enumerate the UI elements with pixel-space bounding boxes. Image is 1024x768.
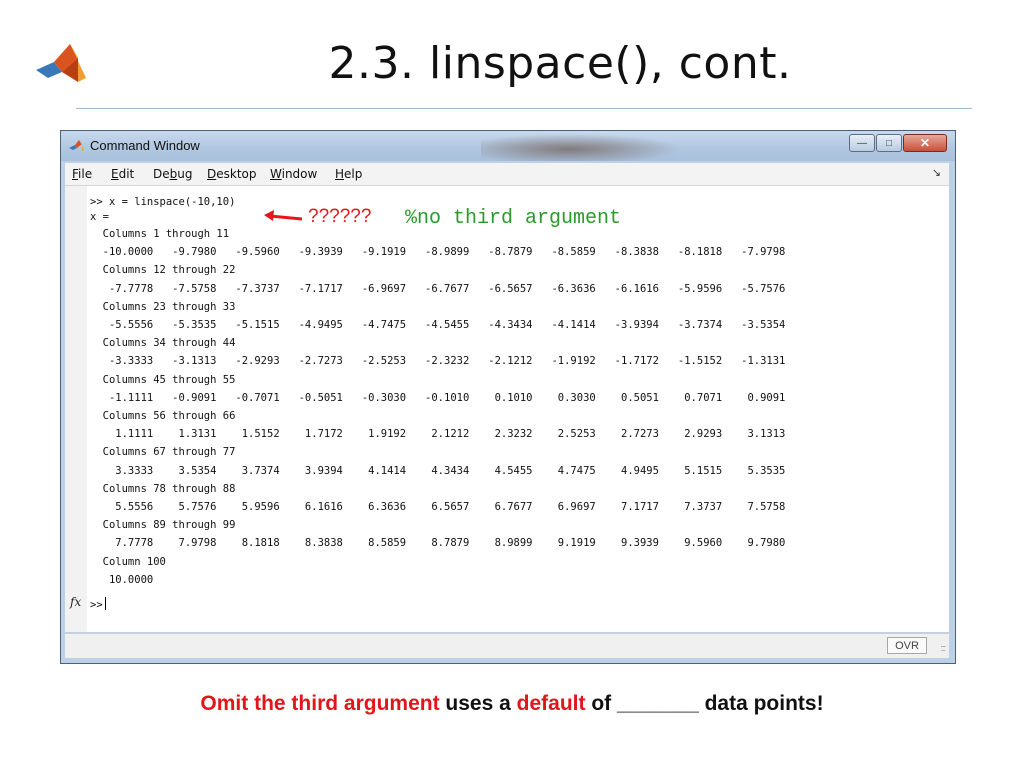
output-line: -3.3333 -3.1313 -2.9293 -2.7273 -2.5253 … [90,355,786,368]
resize-grip-icon[interactable]: ::: [940,643,945,653]
column-header: Column 100 [90,555,166,568]
slide-title: 2.3. linspace(), cont. [328,38,792,89]
menu-help[interactable]: Help [335,167,362,181]
column-header: Columns 23 through 33 [90,300,236,313]
command-prompt[interactable]: >> [90,597,106,612]
output-line: 5.5556 5.7576 5.9596 6.1616 6.3636 6.565… [90,501,786,513]
column-header: Columns 45 through 55 [90,373,236,386]
caption-highlight-2: default [516,692,586,715]
column-header: Columns 67 through 77 [90,446,236,459]
ovr-indicator: OVR [887,637,927,654]
column-header: Columns 34 through 44 [90,337,236,350]
column-header: Columns 1 through 11 [90,228,230,240]
caption-text-2: of _______ data points! [585,692,824,715]
output-line: 3.3333 3.5354 3.7374 3.9394 4.1414 4.343… [90,464,786,477]
maximize-button[interactable]: □ [876,134,902,152]
status-bar: OVR ::: [65,633,949,658]
console-gutter [65,186,87,632]
menu-edit[interactable]: Edit [111,167,134,181]
minimize-button[interactable]: — [849,134,875,152]
red-arrow-icon [264,210,303,221]
output-line: 1.1111 1.3131 1.5152 1.7172 1.9192 2.121… [90,428,786,441]
caption-highlight-1: Omit the third argument [200,692,440,715]
console-area[interactable]: >> x = linspace(-10,10) x = Columns 1 thr… [65,186,949,632]
output-line: 10.0000 [90,573,154,586]
matlab-window-icon [69,140,84,151]
output-line: -7.7778 -7.5758 -7.3737 -7.1717 -6.9697 … [90,282,786,295]
menu-window[interactable]: Window [270,167,317,181]
window-title: Command Window [90,138,200,153]
close-button[interactable]: ✕ [903,134,947,152]
function-browser-icon[interactable]: fx [70,595,81,609]
column-header: Columns 12 through 22 [90,264,236,277]
column-header: Columns 78 through 88 [90,482,236,495]
title-divider [76,108,972,109]
window-controls: — □ ✕ [848,134,947,152]
command-line: >> x = linspace(-10,10) [90,196,236,208]
menu-debug[interactable]: Debug [153,167,192,181]
output-line: -5.5556 -5.3535 -5.1515 -4.9495 -4.7475 … [90,319,786,331]
output-line: -1.1111 -0.9091 -0.7071 -0.5051 -0.3030 … [90,391,786,404]
menu-bar: File Edit Debug Desktop Window Help ↘ [65,163,949,186]
titlebar-background-image [481,131,701,161]
caption-text-1: uses a [439,692,517,715]
undock-arrow-icon[interactable]: ↘ [932,166,941,179]
column-header: Columns 56 through 66 [90,410,236,422]
text-cursor [104,597,106,610]
slide-caption: Omit the third argument uses a default o… [0,692,1024,716]
output-line: -10.0000 -9.7980 -9.5960 -9.3939 -9.1919… [90,246,786,259]
question-marks: ?????? [308,206,372,227]
output-line: x = [90,211,109,223]
output-line: 7.7778 7.9798 8.1818 8.3838 8.5859 8.787… [90,537,786,550]
column-header: Columns 89 through 99 [90,519,236,532]
matlab-logo-icon [36,44,86,82]
menu-desktop[interactable]: Desktop [207,167,257,181]
menu-file[interactable]: File [72,167,92,181]
window-titlebar[interactable]: Command Window — □ ✕ [61,131,955,161]
code-comment: %no third argument [405,207,622,230]
